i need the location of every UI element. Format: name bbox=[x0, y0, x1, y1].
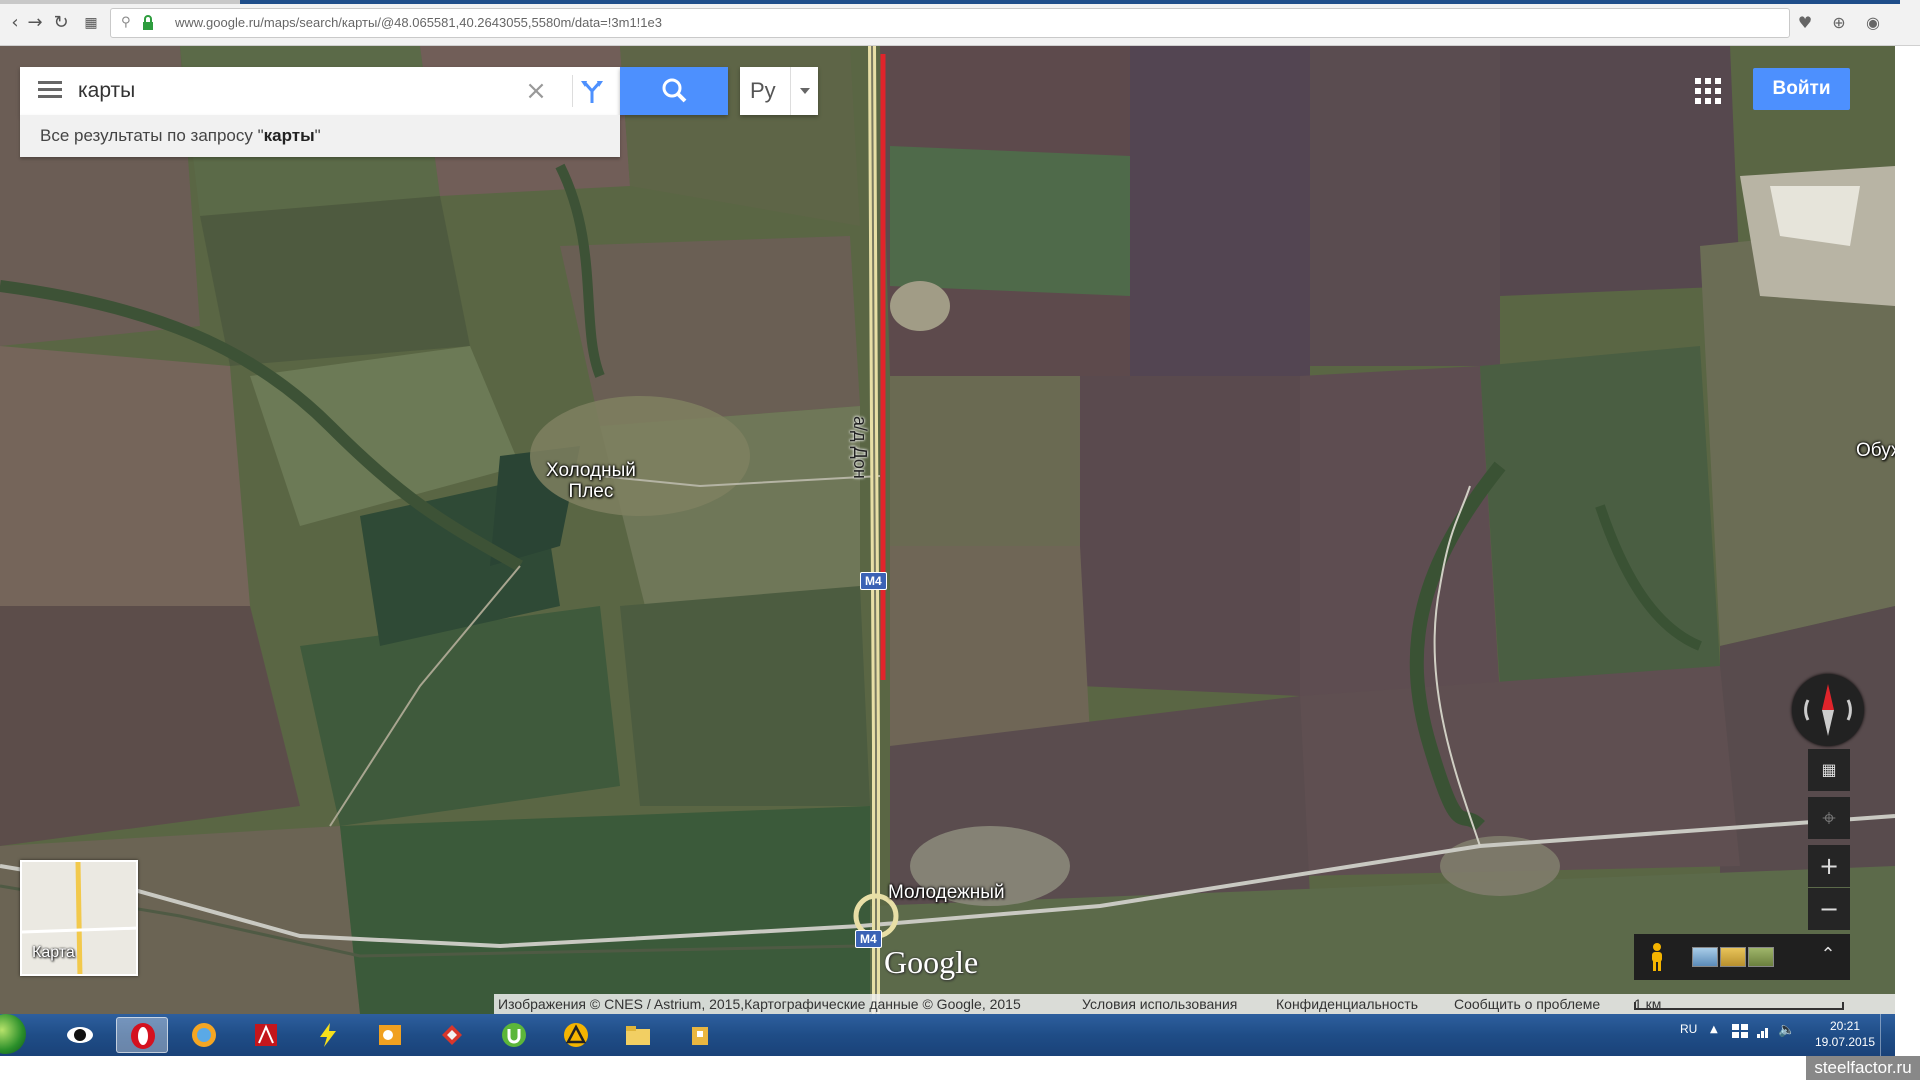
report-problem-link[interactable]: Сообщить о проблеме bbox=[1454, 994, 1600, 1014]
volume-icon[interactable]: 🔈 bbox=[1778, 1022, 1795, 1038]
minimap-label: Карта bbox=[32, 944, 75, 961]
place-name-line1: Холодный bbox=[546, 460, 636, 481]
close-icon[interactable]: × bbox=[522, 77, 550, 105]
download-icon[interactable]: ⊕ bbox=[1828, 12, 1850, 34]
zoom-in-button[interactable]: + bbox=[1808, 845, 1850, 887]
taskbar-archicad[interactable] bbox=[550, 1017, 602, 1053]
zoom-out-button[interactable]: − bbox=[1808, 888, 1850, 930]
utorrent-icon bbox=[502, 1023, 526, 1047]
scale-bar[interactable] bbox=[1634, 1002, 1844, 1010]
map-type-thumbnail[interactable]: Карта bbox=[20, 860, 138, 976]
place-label-molodezhny[interactable]: Молодежный bbox=[888, 882, 1005, 904]
all-results-link[interactable]: Все результаты по запросу "карты" bbox=[20, 115, 620, 157]
account-icon[interactable]: ◉ bbox=[1862, 12, 1884, 34]
opera-icon bbox=[131, 1023, 155, 1049]
filezilla-icon bbox=[442, 1025, 462, 1045]
tray-language[interactable]: RU bbox=[1680, 1022, 1697, 1036]
search-input[interactable] bbox=[76, 67, 516, 115]
url-text: www.google.ru/maps/search/карты/@48.0655… bbox=[175, 15, 662, 30]
taskbar-opera[interactable] bbox=[116, 1017, 168, 1053]
acrobat-icon bbox=[255, 1024, 277, 1046]
windows-taskbar: RU ▲ 🔈 20:21 19.07.2015 bbox=[0, 1014, 1895, 1056]
route-badge-m4-south: M4 bbox=[855, 930, 882, 948]
terms-link[interactable]: Условия использования bbox=[1082, 994, 1237, 1014]
place-name-line2: Плес bbox=[568, 481, 614, 502]
magnifier-icon bbox=[662, 78, 687, 103]
layer-thumb-traffic[interactable] bbox=[1720, 947, 1746, 967]
tab-strip bbox=[0, 0, 240, 4]
apps-grid-icon[interactable] bbox=[1695, 78, 1721, 104]
taskbar-utorrent[interactable] bbox=[488, 1017, 540, 1053]
taskbar-filezilla[interactable] bbox=[426, 1017, 478, 1053]
directions-icon[interactable] bbox=[572, 75, 608, 107]
tilt-grid-icon[interactable]: ▦ bbox=[1808, 749, 1850, 791]
archicad-icon bbox=[564, 1023, 588, 1047]
outlook-icon bbox=[379, 1025, 401, 1045]
clock-time: 20:21 bbox=[1829, 1019, 1861, 1033]
satellite-map[interactable]: Холодный Плес Молодежный Обух а/д Дон M4… bbox=[0, 46, 1895, 1014]
show-desktop-button[interactable] bbox=[1880, 1014, 1895, 1056]
google-logo: Google bbox=[884, 944, 979, 980]
network-icon[interactable] bbox=[1757, 1024, 1771, 1038]
my-location-icon[interactable]: ⌖ bbox=[1808, 797, 1850, 839]
road-label: а/д Дон bbox=[850, 416, 870, 479]
taskbar-package-app[interactable] bbox=[674, 1017, 726, 1053]
taskbar-acrobat[interactable] bbox=[240, 1017, 292, 1053]
heart-icon[interactable]: ♥ bbox=[1794, 12, 1816, 34]
clock-date: 19.07.2015 bbox=[1814, 1035, 1876, 1049]
privacy-link[interactable]: Конфиденциальность bbox=[1276, 994, 1418, 1014]
language-label: Ру bbox=[750, 78, 776, 103]
tab-strip-accent bbox=[240, 0, 1900, 4]
layer-thumb-terrain[interactable] bbox=[1748, 947, 1774, 967]
folder-icon bbox=[626, 1026, 650, 1045]
taskbar-lightning-app[interactable] bbox=[302, 1017, 354, 1053]
compass-control[interactable] bbox=[1792, 674, 1864, 746]
lightning-icon bbox=[320, 1023, 336, 1047]
hamburger-menu-icon[interactable] bbox=[38, 81, 62, 101]
browser-toolbar: ‹ → ↻ ▦ ⚲ www.google.ru/maps/search/карт… bbox=[0, 0, 1920, 46]
route-badge-m4: M4 bbox=[860, 572, 887, 590]
chevron-down-icon[interactable] bbox=[790, 67, 818, 115]
search-box: × bbox=[20, 67, 620, 115]
system-clock[interactable]: 20:21 19.07.2015 bbox=[1800, 1018, 1890, 1050]
search-button[interactable] bbox=[620, 67, 728, 115]
tray-expand-icon[interactable]: ▲ bbox=[1710, 1024, 1718, 1035]
location-pin-icon: ⚲ bbox=[121, 15, 131, 30]
taskbar-eye-app[interactable] bbox=[54, 1017, 106, 1053]
imagery-credit: Изображения © CNES / Astrium, 2015,Карто… bbox=[498, 996, 1021, 1012]
place-label-obukh[interactable]: Обух bbox=[1856, 440, 1895, 462]
forward-arrow-icon[interactable]: → bbox=[24, 12, 46, 34]
chevron-up-icon[interactable]: ⌃ bbox=[1816, 944, 1840, 970]
taskbar-globe-app[interactable] bbox=[178, 1017, 230, 1053]
start-button[interactable] bbox=[0, 1014, 26, 1054]
page-edge bbox=[1895, 46, 1920, 1056]
taskbar-outlook[interactable] bbox=[364, 1017, 416, 1053]
layer-thumb-earth[interactable] bbox=[1692, 947, 1718, 967]
pegman-icon[interactable] bbox=[1646, 942, 1668, 972]
sign-in-button[interactable]: Войти bbox=[1753, 68, 1850, 110]
address-bar[interactable]: ⚲ www.google.ru/maps/search/карты/@48.06… bbox=[110, 8, 1790, 38]
place-label-kholodny-ples[interactable]: Холодный Плес bbox=[546, 460, 636, 502]
package-icon bbox=[692, 1027, 708, 1045]
watermark: steelfactor.ru bbox=[1806, 1056, 1920, 1080]
reload-icon[interactable]: ↻ bbox=[50, 12, 72, 34]
globe-icon bbox=[192, 1023, 216, 1047]
layers-strip: ⌃ bbox=[1634, 934, 1850, 980]
results-prefix: Все результаты по запросу " bbox=[40, 126, 264, 145]
satellite-imagery bbox=[0, 46, 1895, 1014]
windows-flag-icon[interactable] bbox=[1732, 1024, 1748, 1038]
results-suffix: " bbox=[314, 126, 321, 145]
language-dropdown[interactable]: Ру bbox=[740, 67, 818, 115]
lock-icon bbox=[143, 15, 153, 30]
taskbar-explorer[interactable] bbox=[612, 1017, 664, 1053]
eye-icon bbox=[67, 1027, 93, 1043]
speed-dial-icon[interactable]: ▦ bbox=[80, 12, 102, 34]
compass-icon bbox=[1804, 684, 1852, 736]
back-arrow-icon[interactable]: ‹ bbox=[4, 12, 26, 34]
results-query: карты bbox=[263, 126, 315, 145]
